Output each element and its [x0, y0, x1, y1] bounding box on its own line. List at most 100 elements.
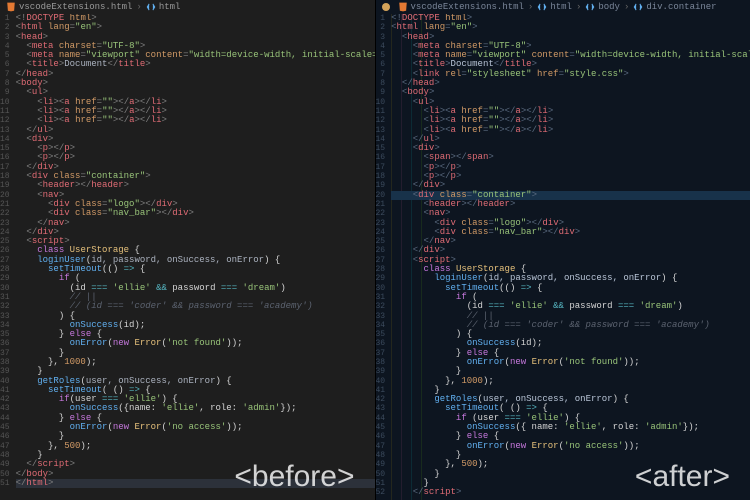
editor-pane-before[interactable]: vscodeExtensions.html›html 1234567891011… [0, 0, 375, 500]
code-line[interactable]: <html lang="en"> [391, 23, 750, 32]
line-number: 47 [376, 442, 386, 451]
code-line[interactable]: </body> [16, 470, 375, 479]
breadcrumb[interactable]: vscodeExtensions.html › html [0, 0, 375, 14]
line-number: 2 [0, 23, 10, 32]
code-line[interactable]: } [391, 470, 750, 479]
code-line[interactable]: </nav> [16, 219, 375, 228]
chevron-right-icon: › [136, 2, 141, 12]
breadcrumb-label: html [159, 2, 181, 12]
line-number: 36 [376, 339, 386, 348]
line-number-gutter: 1234567891011121314151617181920212223242… [376, 14, 392, 500]
line-number: 27 [0, 256, 10, 265]
breadcrumb-label: vscodeExtensions.html [411, 2, 524, 12]
code-line[interactable]: }, 1000); [16, 358, 375, 367]
line-number: 20 [376, 191, 386, 200]
editor-split-view: vscodeExtensions.html›html 1234567891011… [0, 0, 750, 500]
line-number: 10 [376, 98, 386, 107]
line-number: 1 [376, 14, 386, 23]
breadcrumb-label: html [550, 2, 572, 12]
editor-pane-after[interactable]: vscodeExtensions.html›html›body›div.cont… [376, 0, 750, 500]
code-line[interactable]: </ul> [16, 126, 375, 135]
breadcrumb-item[interactable]: body [585, 2, 620, 12]
line-number: 38 [376, 358, 386, 367]
file-html-icon [398, 2, 408, 12]
code-lines[interactable]: <!DOCTYPE html><html lang="en"><head> <m… [16, 14, 375, 500]
line-number: 50 [0, 470, 10, 479]
symbol-element-icon [146, 2, 156, 12]
chevron-right-icon: › [624, 2, 629, 12]
line-number: 1 [0, 14, 10, 23]
line-number: 25 [376, 237, 386, 246]
code-line[interactable]: </html> [16, 479, 375, 488]
code-line[interactable]: </head> [16, 70, 375, 79]
line-number: 41 [376, 386, 386, 395]
code-line[interactable]: </ul> [391, 135, 750, 144]
code-line[interactable]: onError(new Error('no access')); [16, 423, 375, 432]
line-number: 29 [376, 274, 386, 283]
line-number: 31 [376, 293, 386, 302]
code-line[interactable]: }, 1000); [391, 377, 750, 386]
line-number: 6 [376, 60, 386, 69]
code-line[interactable]: <li><a href=""></a></li> [391, 126, 750, 135]
line-number: 35 [0, 330, 10, 339]
code-line[interactable]: </head> [391, 79, 750, 88]
line-number: 26 [376, 246, 386, 255]
line-number: 51 [0, 479, 10, 488]
line-number: 14 [376, 135, 386, 144]
line-number: 52 [376, 488, 386, 497]
breadcrumb-label: div.container [646, 2, 716, 12]
code-line[interactable]: <html lang="en"> [16, 23, 375, 32]
breadcrumb-item[interactable]: html [537, 2, 572, 12]
line-number: 22 [0, 209, 10, 218]
line-number: 26 [0, 246, 10, 255]
line-number: 31 [0, 293, 10, 302]
line-number: 46 [0, 432, 10, 441]
line-number: 4 [376, 42, 386, 51]
code-line[interactable]: <li><a href=""></a></li> [16, 116, 375, 125]
line-number-gutter: 1234567891011121314151617181920212223242… [0, 14, 16, 500]
breadcrumb-item[interactable]: div.container [633, 2, 716, 12]
line-number: 48 [0, 451, 10, 460]
line-number: 3 [376, 33, 386, 42]
line-number: 37 [0, 349, 10, 358]
code-line[interactable]: }, 500); [391, 460, 750, 469]
code-line[interactable]: </script> [391, 488, 750, 497]
breadcrumb-item[interactable]: html [146, 2, 181, 12]
line-number: 23 [0, 219, 10, 228]
line-number: 44 [0, 414, 10, 423]
chevron-right-icon: › [576, 2, 581, 12]
code-line[interactable]: <title>Document</title> [16, 60, 375, 69]
line-number: 11 [376, 107, 386, 116]
line-number: 51 [376, 479, 386, 488]
line-number: 33 [376, 312, 386, 321]
code-line[interactable]: </script> [16, 460, 375, 469]
code-area[interactable]: 1234567891011121314151617181920212223242… [0, 14, 375, 500]
breadcrumb-label: vscodeExtensions.html [19, 2, 132, 12]
code-line[interactable]: onError(new Error('not found')); [16, 339, 375, 348]
code-lines[interactable]: <!DOCTYPE html><html lang="en"> <head> <… [391, 14, 750, 500]
code-line[interactable]: <body> [16, 79, 375, 88]
breadcrumb-item[interactable]: vscodeExtensions.html [398, 2, 524, 12]
code-line[interactable]: <link rel="stylesheet" href="style.css"> [391, 70, 750, 79]
line-number: 3 [0, 33, 10, 42]
line-number: 20 [0, 191, 10, 200]
line-number: 36 [0, 339, 10, 348]
code-line[interactable]: <header></header> [16, 181, 375, 190]
code-line[interactable]: <p></p> [16, 153, 375, 162]
line-number: 42 [0, 395, 10, 404]
line-number: 21 [0, 200, 10, 209]
line-number: 9 [376, 88, 386, 97]
line-number: 16 [0, 153, 10, 162]
line-number: 22 [376, 209, 386, 218]
breadcrumb-item[interactable]: vscodeExtensions.html [6, 2, 132, 12]
line-number: 28 [0, 265, 10, 274]
line-number: 19 [0, 181, 10, 190]
breadcrumb[interactable]: vscodeExtensions.html›html›body›div.cont… [376, 0, 750, 14]
code-line[interactable]: <body> [391, 88, 750, 97]
line-number: 14 [0, 135, 10, 144]
code-area[interactable]: 1234567891011121314151617181920212223242… [376, 14, 750, 500]
line-number: 8 [0, 79, 10, 88]
line-number: 34 [376, 321, 386, 330]
code-line[interactable]: }, 500); [16, 442, 375, 451]
line-number: 42 [376, 395, 386, 404]
